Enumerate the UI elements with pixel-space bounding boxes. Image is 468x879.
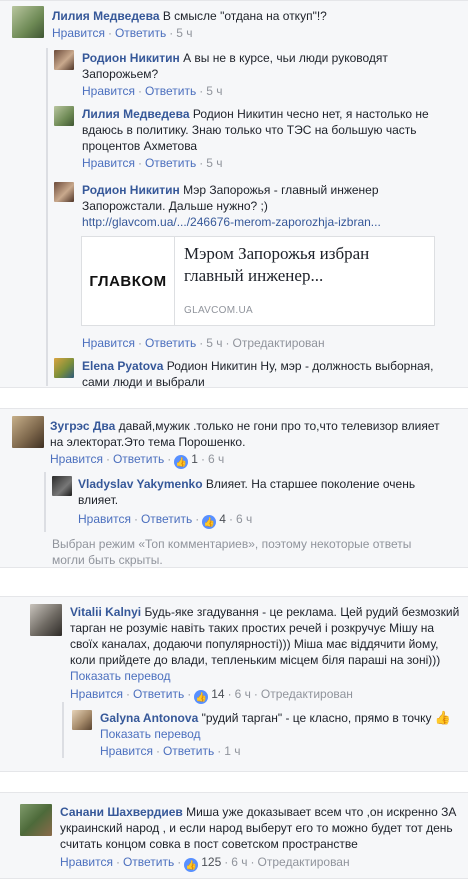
comment-time[interactable]: 6 ч xyxy=(231,855,247,869)
preview-title[interactable]: Мэром Запорожья избран главный инженер..… xyxy=(184,243,424,287)
comment-author[interactable]: Лилия Медведева xyxy=(82,107,190,121)
reply-thread-line xyxy=(46,48,48,386)
reply-button[interactable]: Ответить xyxy=(133,687,184,701)
comment-actions: Нравится · Ответить · 👍 4 · 6 ч xyxy=(78,512,253,529)
comment-actions: Нравится · Ответить · 5 ч · Отредактирован xyxy=(82,336,325,350)
avatar[interactable] xyxy=(54,106,74,126)
comment-time[interactable]: 6 ч xyxy=(236,512,252,526)
comment-time[interactable]: 1 ч xyxy=(224,744,240,758)
like-count[interactable]: 1 xyxy=(191,452,198,466)
comment-author[interactable]: Vitalii Kalnyi xyxy=(70,605,141,619)
translate-link[interactable]: Показать перевод xyxy=(100,726,460,742)
reply-button[interactable]: Ответить xyxy=(141,512,192,526)
like-button[interactable]: Нравится xyxy=(82,336,135,350)
comment-time[interactable]: 5 ч xyxy=(176,26,192,40)
avatar[interactable] xyxy=(52,476,72,496)
avatar[interactable] xyxy=(54,50,74,70)
like-count-icon[interactable]: 👍 xyxy=(194,690,209,704)
comment-author[interactable]: Vladyslav Yakymenko xyxy=(78,477,203,491)
comment-actions: Нравится · Ответить · 5 ч xyxy=(52,26,193,40)
comment-time[interactable]: 5 ч xyxy=(206,336,222,350)
comment-author[interactable]: Galyna Antonova xyxy=(100,711,198,725)
reply-button[interactable]: Ответить xyxy=(113,452,164,466)
reply-button[interactable]: Ответить xyxy=(145,336,196,350)
reply-button[interactable]: Ответить xyxy=(145,156,196,170)
preview-source: GLAVCOM.UA xyxy=(184,305,253,316)
comment-actions: Нравится · Ответить · 👍 14 · 6 ч · Отредактирован xyxy=(70,687,353,704)
avatar[interactable] xyxy=(20,804,52,836)
comment-author[interactable]: Elena Pyatova xyxy=(82,359,163,373)
comment-author[interactable]: Лилия Медведева xyxy=(52,9,160,23)
like-button[interactable]: Нравится xyxy=(82,84,135,98)
comment-time[interactable]: 5 ч xyxy=(206,156,222,170)
avatar[interactable] xyxy=(12,6,44,38)
avatar[interactable] xyxy=(72,710,92,730)
edited-label[interactable]: Отредактирован xyxy=(261,687,353,701)
translate-link[interactable]: Показать перевод xyxy=(70,668,465,684)
comment-text: В смысле "отдана на откуп"!? xyxy=(162,9,327,23)
comment-time[interactable]: 5 ч xyxy=(206,84,222,98)
like-count[interactable]: 125 xyxy=(201,855,221,869)
like-count[interactable]: 4 xyxy=(219,512,226,526)
comment-link[interactable]: http://glavcom.ua/.../246676-merom-zapor… xyxy=(82,215,381,229)
like-button[interactable]: Нравится xyxy=(70,687,123,701)
like-button[interactable]: Нравится xyxy=(78,512,131,526)
comment-author[interactable]: Санани Шахвердиев xyxy=(60,805,183,819)
avatar[interactable] xyxy=(54,182,74,202)
comment-author[interactable]: Зугрэс Два xyxy=(50,419,115,433)
like-button[interactable]: Нравится xyxy=(50,452,103,466)
reply-button[interactable]: Ответить xyxy=(123,855,174,869)
like-count-icon[interactable]: 👍 xyxy=(202,515,217,529)
like-button[interactable]: Нравится xyxy=(52,26,105,40)
comment-time[interactable]: 6 ч xyxy=(208,452,224,466)
reply-thread-line xyxy=(44,472,46,532)
like-count[interactable]: 14 xyxy=(211,687,224,701)
reply-button[interactable]: Ответить xyxy=(163,744,214,758)
like-count-icon[interactable]: 👍 xyxy=(184,858,199,872)
site-logo: ГЛАВКОМ xyxy=(82,237,175,325)
reply-thread-line xyxy=(62,702,64,758)
comment-actions: Нравится · Ответить · 5 ч xyxy=(82,84,223,98)
comment-time[interactable]: 6 ч xyxy=(235,687,251,701)
reply-button[interactable]: Ответить xyxy=(115,26,166,40)
like-button[interactable]: Нравится xyxy=(82,156,135,170)
avatar[interactable] xyxy=(30,604,62,636)
reply-button[interactable]: Ответить xyxy=(145,84,196,98)
comment-actions: Нравится · Ответить · 👍 125 · 6 ч · Отредактирова… xyxy=(60,855,350,872)
top-comments-notice: Выбран режим «Топ комментариев», поэтому… xyxy=(52,537,412,567)
link-preview-card[interactable]: ГЛАВКОМ Мэром Запорожья избран главный и… xyxy=(81,236,435,326)
like-count-icon[interactable]: 👍 xyxy=(174,455,189,469)
comment-author[interactable]: Родион Никитин xyxy=(82,51,180,65)
like-button[interactable]: Нравится xyxy=(100,744,153,758)
comment-text: "рудий тарган" - це класно, прямо в точк… xyxy=(201,711,432,725)
thumbs-up-icon: 👍 xyxy=(434,710,451,725)
avatar[interactable] xyxy=(12,416,44,448)
avatar[interactable] xyxy=(54,358,74,378)
like-button[interactable]: Нравится xyxy=(60,855,113,869)
edited-label[interactable]: Отредактирован xyxy=(233,336,325,350)
comment-actions: Нравится · Ответить · 1 ч xyxy=(100,744,241,758)
comment-author[interactable]: Родион Никитин xyxy=(82,183,180,197)
comment-actions: Нравится · Ответить · 👍 1 · 6 ч xyxy=(50,452,225,469)
edited-label[interactable]: Отредактирован xyxy=(258,855,350,869)
comment-actions: Нравится · Ответить · 5 ч xyxy=(82,156,223,170)
